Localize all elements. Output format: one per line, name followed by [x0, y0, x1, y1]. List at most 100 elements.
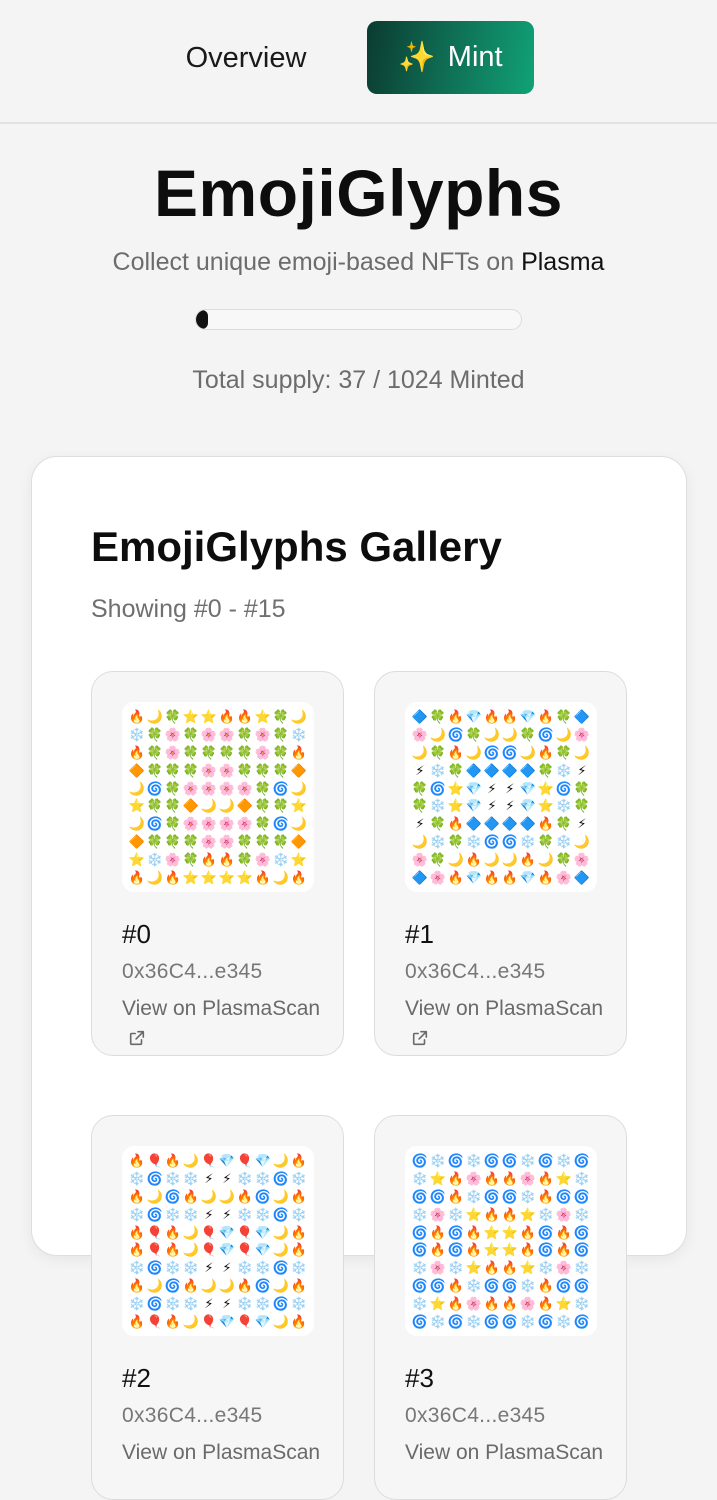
- emoji-glyph: 🌀: [429, 1277, 447, 1293]
- emoji-glyph: 🌀: [272, 1260, 290, 1276]
- emoji-glyph: 🔥: [447, 1295, 465, 1311]
- emoji-glyph: 🌀: [447, 1242, 465, 1258]
- nft-token-id: #2: [122, 1363, 151, 1393]
- emoji-glyph: 🌀: [573, 1153, 591, 1169]
- emoji-glyph: 🔷: [501, 816, 519, 832]
- emoji-glyph: 🔷: [411, 869, 429, 885]
- emoji-glyph: 🌸: [200, 833, 218, 849]
- emoji-glyph: 🌀: [411, 1313, 429, 1329]
- emoji-glyph: 🌙: [272, 869, 290, 885]
- emoji-glyph: 🌀: [537, 1242, 555, 1258]
- nft-token-id: #1: [405, 919, 434, 949]
- emoji-glyph: ❄️: [573, 1171, 591, 1187]
- emoji-glyph: 🍀: [236, 833, 254, 849]
- emoji-glyph: 🌀: [272, 1171, 290, 1187]
- nft-card[interactable]: 🌀 ❄️ 🌀 ❄️ 🌀 🌀 ❄️ 🌀 ❄️ 🌀 ❄️ ⭐ 🔥 🌸 🔥 🔥 🌸 🔥 ⭐ ❄️ 🌀 🌀 🔥 ❄️ 🌀 🌀 ❄️ 🔥 🌀 🌀 ❄️…: [374, 1115, 627, 1500]
- emoji-glyph: 🎈: [236, 1153, 254, 1169]
- emoji-glyph: 🌀: [272, 780, 290, 796]
- nft-card[interactable]: 🔷 🍀 🔥 💎 🔥 🔥 💎 🔥 🍀 🔷 🌸 🌙 🌀 🍀 🌙 🌙 🍀 🌀 🌙 🌸 🌙 🍀 🔥 🌙 🌀 🌀 🌙 🔥 🍀 🌙 ⚡ ❄️ 🍀 🔷 🔷 🔷 🔷 🍀 ❄…: [374, 671, 627, 1056]
- emoji-glyph: ⭐: [483, 1242, 501, 1258]
- emoji-glyph: ❄️: [164, 1171, 182, 1187]
- emoji-glyph: 🔥: [501, 1206, 519, 1222]
- view-on-plasmascan-link[interactable]: View on PlasmaScan: [122, 994, 322, 1054]
- emoji-glyph: 💎: [465, 869, 483, 885]
- nav-tab-overview[interactable]: Overview: [166, 36, 326, 80]
- emoji-glyph: ⚡: [222, 1171, 232, 1187]
- emoji-glyph: 🔥: [128, 1277, 146, 1293]
- total-supply-text: Total supply: 37 / 1024 Minted: [192, 366, 525, 394]
- emoji-glyph: 🌸: [573, 851, 591, 867]
- emoji-glyph: 🍀: [164, 780, 182, 796]
- emoji-glyph: ❄️: [537, 1206, 555, 1222]
- emoji-glyph: ⚡: [204, 1260, 214, 1276]
- emoji-glyph: 🌸: [218, 727, 236, 743]
- emoji-glyph: 💎: [254, 1224, 272, 1240]
- emoji-glyph: 🍀: [164, 798, 182, 814]
- emoji-glyph: ❄️: [465, 1277, 483, 1293]
- nav-tab-mint-button[interactable]: ✨ Mint: [367, 21, 534, 94]
- emoji-glyph: 🌀: [501, 1277, 519, 1293]
- emoji-glyph: 🍀: [200, 744, 218, 760]
- emoji-glyph: 🔥: [447, 1171, 465, 1187]
- emoji-glyph: ❄️: [128, 1295, 146, 1311]
- emoji-glyph: 🍀: [182, 851, 200, 867]
- view-on-plasmascan-link[interactable]: View on PlasmaScan: [122, 1438, 322, 1468]
- emoji-glyph: 🔥: [218, 709, 236, 725]
- emoji-glyph: 💎: [218, 1313, 236, 1329]
- emoji-glyph: ❄️: [128, 1171, 146, 1187]
- emoji-glyph: 🔥: [501, 1171, 519, 1187]
- emoji-glyph: 🌸: [218, 816, 236, 832]
- emoji-glyph: 🔶: [182, 798, 200, 814]
- nft-card[interactable]: 🔥 🌙 🍀 ⭐ ⭐ 🔥 🔥 ⭐ 🍀 🌙 ❄️ 🍀 🌸 🍀 🌸 🌸 🍀 🌸 🍀 ❄️ 🔥 🍀 🌸 🍀 🍀 🍀 🍀 🌸 🍀 🔥 🔶 🍀 🍀 🍀 🌸 🌸 🍀 🍀…: [91, 671, 344, 1056]
- top-navigation: Overview ✨ Mint: [0, 0, 717, 124]
- emoji-glyph: 🌀: [411, 1153, 429, 1169]
- emoji-glyph: 💎: [218, 1224, 236, 1240]
- emoji-glyph: ⭐: [555, 1295, 573, 1311]
- emoji-glyph: 🌸: [429, 1260, 447, 1276]
- emoji-glyph: ❄️: [290, 1206, 308, 1222]
- emoji-glyph: 🍀: [555, 816, 573, 832]
- emoji-glyph: 🍀: [236, 762, 254, 778]
- emoji-glyph: ❄️: [519, 1277, 537, 1293]
- emoji-glyph: 🔶: [290, 833, 308, 849]
- emoji-glyph: 🔥: [537, 816, 555, 832]
- emoji-glyph: 🌙: [519, 744, 537, 760]
- emoji-glyph: ❄️: [465, 1153, 483, 1169]
- emoji-glyph: 🌀: [555, 1188, 573, 1204]
- emoji-glyph: 🍀: [429, 744, 447, 760]
- emoji-glyph: 🔥: [236, 709, 254, 725]
- emoji-glyph: 🌀: [254, 1188, 272, 1204]
- emoji-glyph: ❄️: [128, 727, 146, 743]
- emoji-glyph: 🔥: [182, 1188, 200, 1204]
- emoji-glyph: 🔥: [447, 816, 465, 832]
- emoji-glyph: 🌸: [411, 851, 429, 867]
- emoji-glyph: 🔥: [519, 851, 537, 867]
- emoji-glyph: ❄️: [465, 1188, 483, 1204]
- nft-card[interactable]: 🔥 🎈 🔥 🌙 🎈 💎 🎈 💎 🌙 🔥 ❄️ 🌀 ❄️ ❄️ ⚡ ⚡ ❄️ ❄️ 🌀 ❄️ 🔥 🌙 🌀 🔥 🌙 🌙 🔥 🌀 🌙 🔥 ❄️ 🌀 ❄…: [91, 1115, 344, 1500]
- emoji-glyph: ❄️: [573, 1206, 591, 1222]
- view-on-plasmascan-link[interactable]: View on PlasmaScan: [405, 1438, 605, 1468]
- nft-owner-address: 0x36C4...e345: [122, 1404, 263, 1427]
- emoji-glyph: 🌙: [447, 851, 465, 867]
- emoji-glyph: 🔷: [483, 816, 501, 832]
- emoji-glyph: 🍀: [164, 833, 182, 849]
- emoji-glyph: 🌙: [555, 727, 573, 743]
- emoji-glyph: 🌙: [146, 1277, 164, 1293]
- emoji-glyph: 🍀: [182, 727, 200, 743]
- nft-owner-address: 0x36C4...e345: [122, 960, 263, 983]
- emoji-glyph: 🔥: [447, 1188, 465, 1204]
- emoji-glyph: 🔥: [483, 1260, 501, 1276]
- emoji-glyph: 🌀: [537, 727, 555, 743]
- emoji-glyph: 🍀: [272, 833, 290, 849]
- emoji-glyph: ⭐: [290, 798, 308, 814]
- sparkles-icon: ✨: [398, 40, 436, 74]
- emoji-glyph: ❄️: [555, 1153, 573, 1169]
- view-on-plasmascan-link[interactable]: View on PlasmaScan: [405, 994, 605, 1054]
- emoji-glyph: 🔥: [537, 1277, 555, 1293]
- emoji-glyph: 🍀: [411, 780, 429, 796]
- emoji-glyph: ⚡: [204, 1206, 214, 1222]
- emoji-glyph: 🌙: [182, 1313, 200, 1329]
- emoji-glyph: 🎈: [236, 1242, 254, 1258]
- emoji-glyph: 🌙: [218, 798, 236, 814]
- emoji-glyph: 🔥: [483, 1206, 501, 1222]
